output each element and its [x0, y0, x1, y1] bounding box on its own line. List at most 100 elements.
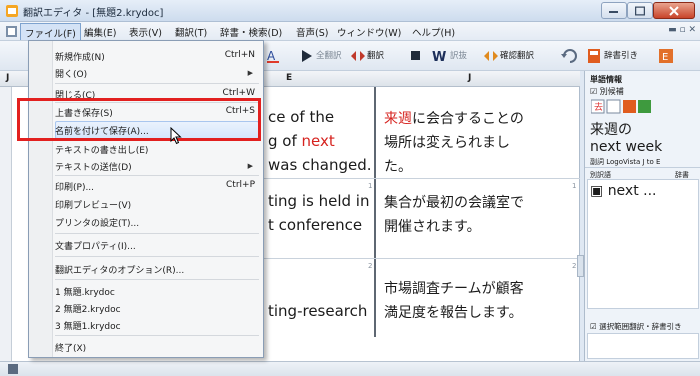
menu-item-document-properties[interactable]: 文書プロパティ(I)... [55, 239, 136, 252]
row-gutter [0, 87, 12, 361]
recent-file-1[interactable]: 1 無題.krydoc [55, 285, 115, 298]
translate-button[interactable]: 翻訳 [367, 49, 384, 61]
play-icon[interactable] [302, 50, 312, 62]
japanese-text-line[interactable]: た。 [384, 156, 412, 176]
dictionary-lookup-button[interactable]: 辞書引き [604, 49, 638, 61]
undo-icon[interactable] [561, 48, 579, 64]
shortcut-close: Ctrl+W [222, 88, 255, 98]
menu-view[interactable]: 表示(V) [129, 25, 162, 39]
menu-item-open[interactable]: 開く(O) [55, 67, 87, 80]
status-icon [8, 364, 18, 374]
mdi-window-controls[interactable]: ▬ ▫ ✕ [668, 25, 696, 35]
recent-file-2[interactable]: 2 無題2.krydoc [55, 302, 121, 315]
menu-separator [55, 279, 259, 280]
translate-icon [351, 51, 365, 61]
translate-all-button[interactable]: 全翻訳 [316, 49, 342, 61]
w-icon: W [432, 50, 446, 64]
menu-help[interactable]: ヘルプ(H) [412, 25, 455, 39]
omit-translation-button[interactable]: 訳抜 [450, 49, 467, 61]
row-number: 2 [368, 262, 373, 270]
translation-editor-window: 翻訳エディタ - [無題2.krydoc] ファイル(F) 編集(E) 表示(V… [0, 0, 700, 376]
minimize-icon [609, 10, 618, 13]
japanese-text-line[interactable]: 来週に会合することの [384, 108, 524, 128]
menu-translate[interactable]: 翻訳(T) [175, 25, 207, 39]
column-header-j-right: J [468, 73, 472, 83]
japanese-text-line[interactable]: 開催されます。 [384, 216, 481, 236]
close-button[interactable] [653, 2, 695, 19]
status-bar [0, 361, 700, 376]
column-header-e: E [286, 73, 293, 83]
exit-icon[interactable]: E [658, 48, 674, 64]
source-word: 来週の [590, 122, 632, 138]
row-number: 2 [572, 262, 577, 270]
menu-separator [55, 233, 259, 234]
alternative-option[interactable]: ☑ 別候補 [590, 86, 624, 97]
shortcut-print: Ctrl+P [226, 180, 255, 190]
english-text-line[interactable]: t conference [268, 216, 362, 234]
selection-preview-box [587, 333, 699, 359]
menu-item-editor-options[interactable]: 翻訳エディタのオプション(R)... [55, 263, 184, 276]
selection-translate-checkbox[interactable]: ☑ 選択範囲翻訳・辞書引き [590, 321, 682, 332]
menu-edit[interactable]: 編集(E) [84, 25, 116, 39]
menu-separator [55, 256, 259, 257]
recent-file-3[interactable]: 3 無題1.krydoc [55, 319, 121, 332]
svg-text:W: W [432, 50, 446, 64]
confirm-translate-button[interactable]: 確認翻訳 [500, 49, 534, 61]
menu-icon-gutter [29, 41, 53, 357]
menu-item-exit[interactable]: 終了(X) [55, 341, 86, 354]
row-number: 1 [572, 182, 577, 190]
japanese-text-line[interactable]: 満足度を報告します。 [384, 302, 523, 322]
row-separator [264, 178, 580, 179]
menu-item-print-preview[interactable]: 印刷プレビュー(V) [55, 198, 131, 211]
menu-separator [55, 335, 259, 336]
maximize-button[interactable] [627, 2, 653, 19]
word-info-header: 単語情報 [590, 75, 622, 84]
document-icon[interactable] [5, 25, 18, 38]
japanese-text-line[interactable]: 市場調査チームが顧客 [384, 278, 524, 298]
row-separator [264, 258, 580, 259]
font-color-icon[interactable]: A [266, 48, 282, 64]
menu-separator [55, 175, 259, 176]
row-number: 1 [368, 182, 373, 190]
menu-item-new[interactable]: 新規作成(N) [55, 50, 105, 63]
column-divider [374, 87, 376, 337]
menu-item-export-text[interactable]: テキストの書き出し(E) [55, 143, 148, 156]
japanese-text-line[interactable]: 集合が最初の会議室で [384, 192, 524, 212]
dictionary-source-label: 副詞 LogoVista J to E [590, 158, 661, 166]
english-text-line[interactable]: ting-research [268, 302, 367, 320]
pane-splitter-handle[interactable] [577, 255, 584, 277]
english-text-line[interactable]: was changed. [268, 156, 372, 174]
svg-text:去: 去 [594, 101, 603, 113]
menu-window[interactable]: ウィンドウ(W) [337, 25, 401, 39]
candidate-item[interactable]: ▣ next ... [590, 183, 657, 199]
menu-item-print[interactable]: 印刷(P)... [55, 180, 94, 193]
english-text-line[interactable]: ting is held in [268, 192, 369, 210]
english-text-line[interactable]: ce of the [268, 108, 334, 126]
menu-file[interactable]: ファイル(F) [20, 23, 81, 40]
menu-separator [55, 83, 259, 84]
menu-item-send-text[interactable]: テキストの送信(D) [55, 160, 132, 173]
submenu-arrow-icon: ▶ [247, 69, 253, 77]
stop-icon[interactable] [411, 51, 420, 60]
english-text-line[interactable]: g of next [268, 132, 335, 150]
menu-item-printer-setup[interactable]: プリンタの設定(T)... [55, 216, 139, 229]
submenu-arrow-icon: ▶ [247, 162, 253, 170]
divider [585, 167, 700, 168]
menu-audio[interactable]: 音声(S) [296, 25, 328, 39]
highlighted-word: next [301, 132, 335, 150]
japanese-text-line[interactable]: 場所は変えられまし [384, 132, 510, 152]
svg-text:A: A [267, 49, 276, 63]
maximize-icon [635, 6, 645, 15]
window-title: 翻訳エディタ - [無題2.krydoc] [23, 8, 164, 19]
column-header-j-left: J [6, 73, 10, 83]
title-bar: 翻訳エディタ - [無題2.krydoc] [0, 0, 700, 22]
word-info-toolbar-icons[interactable]: 去 [591, 99, 651, 115]
svg-text:E: E [662, 52, 668, 63]
minimize-button[interactable] [601, 2, 627, 19]
menu-dictionary-search[interactable]: 辞書・検索(D) [220, 25, 282, 39]
file-menu-dropdown: 新規作成(N) Ctrl+N 開く(O) ▶ 閉じる(C) Ctrl+W 上書き… [28, 40, 264, 358]
shortcut-new: Ctrl+N [224, 50, 255, 60]
highlighted-word: 来週 [384, 111, 412, 127]
dictionary-lookup-icon [588, 49, 600, 63]
close-icon [669, 5, 679, 16]
